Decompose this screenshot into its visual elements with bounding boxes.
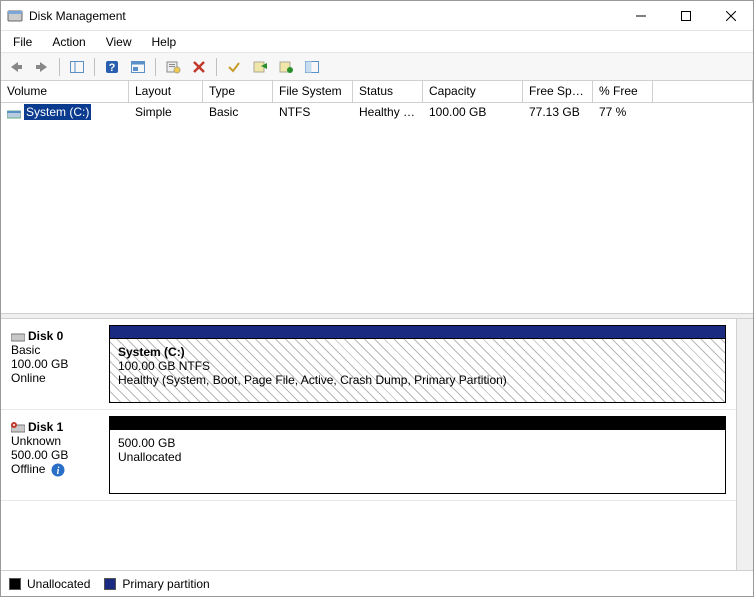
minimize-button[interactable] [618, 1, 663, 31]
volume-capacity: 100.00 GB [423, 104, 523, 120]
disk-info-panel[interactable]: Disk 0 Basic 100.00 GB Online [7, 325, 103, 403]
col-spacer [653, 81, 753, 102]
partition-title: System (C:) [118, 345, 717, 359]
disk-graphical-view: Disk 0 Basic 100.00 GB Online System (C:… [1, 319, 736, 570]
info-icon[interactable]: i [51, 463, 65, 477]
swatch-unallocated [9, 578, 21, 590]
menu-action[interactable]: Action [44, 33, 93, 51]
delete-button[interactable] [188, 56, 210, 78]
svg-text:i: i [56, 466, 59, 477]
disk-row: Disk 1 Unknown 500.00 GB Offline i 500.0… [1, 410, 736, 501]
partition-color-bar [109, 325, 726, 339]
app-icon [7, 8, 23, 24]
disk-name: Disk 1 [28, 420, 63, 434]
disk-size: 500.00 GB [11, 448, 99, 462]
disk-info-panel[interactable]: Disk 1 Unknown 500.00 GB Offline i [7, 416, 103, 494]
partition-color-bar [109, 416, 726, 430]
volume-icon [7, 108, 21, 118]
properties-button[interactable] [162, 56, 184, 78]
check-button[interactable] [223, 56, 245, 78]
volume-free: 77.13 GB [523, 104, 593, 120]
disk-name: Disk 0 [28, 329, 63, 343]
volume-name: System (C:) [24, 104, 91, 120]
col-type[interactable]: Type [203, 81, 273, 102]
disk-size: 100.00 GB [11, 357, 99, 371]
swatch-primary [104, 578, 116, 590]
title-bar: Disk Management [1, 1, 753, 31]
partition-box[interactable]: 500.00 GB Unallocated [109, 430, 726, 494]
help-button[interactable]: ? [101, 56, 123, 78]
close-button[interactable] [708, 1, 753, 31]
partition-status: Healthy (System, Boot, Page File, Active… [118, 373, 717, 387]
disk-error-icon [11, 422, 25, 434]
menu-file[interactable]: File [5, 33, 40, 51]
svg-text:?: ? [109, 62, 116, 74]
window-title: Disk Management [29, 9, 126, 23]
partition-status: Unallocated [118, 450, 717, 464]
disk-state: Online [11, 371, 99, 385]
nav-back-button[interactable] [5, 56, 27, 78]
volume-list[interactable]: System (C:) Simple Basic NTFS Healthy (S… [1, 103, 753, 313]
col-layout[interactable]: Layout [129, 81, 203, 102]
disk-state: Offline [11, 462, 45, 476]
menu-view[interactable]: View [98, 33, 140, 51]
disk-list-button[interactable] [249, 56, 271, 78]
col-free-space[interactable]: Free Spa... [523, 81, 593, 102]
legend: Unallocated Primary partition [1, 570, 753, 596]
col-status[interactable]: Status [353, 81, 423, 102]
volume-row[interactable]: System (C:) Simple Basic NTFS Healthy (S… [1, 103, 753, 121]
legend-primary: Primary partition [104, 577, 209, 591]
volume-status: Healthy (S... [353, 104, 423, 120]
volume-pfree: 77 % [593, 104, 653, 120]
volume-list-button[interactable] [275, 56, 297, 78]
menu-bar: File Action View Help [1, 31, 753, 53]
col-volume[interactable]: Volume [1, 81, 129, 102]
graphical-view-button[interactable] [301, 56, 323, 78]
disk-type: Unknown [11, 434, 99, 448]
col-percent-free[interactable]: % Free [593, 81, 653, 102]
menu-help[interactable]: Help [144, 33, 185, 51]
col-capacity[interactable]: Capacity [423, 81, 523, 102]
refresh-button[interactable] [127, 56, 149, 78]
vertical-scrollbar[interactable] [736, 319, 753, 570]
partition-box[interactable]: System (C:) 100.00 GB NTFS Healthy (Syst… [109, 339, 726, 403]
partition-size: 100.00 GB NTFS [118, 359, 717, 373]
nav-forward-button[interactable] [31, 56, 53, 78]
volume-layout: Simple [129, 104, 203, 120]
disk-type: Basic [11, 343, 99, 357]
maximize-button[interactable] [663, 1, 708, 31]
disk-icon [11, 332, 25, 342]
toolbar: ? [1, 53, 753, 81]
show-hide-tree-button[interactable] [66, 56, 88, 78]
volume-fs: NTFS [273, 104, 353, 120]
volume-list-header: Volume Layout Type File System Status Ca… [1, 81, 753, 103]
legend-unallocated: Unallocated [9, 577, 90, 591]
partition-size: 500.00 GB [118, 436, 717, 450]
col-file-system[interactable]: File System [273, 81, 353, 102]
volume-type: Basic [203, 104, 273, 120]
disk-row: Disk 0 Basic 100.00 GB Online System (C:… [1, 319, 736, 410]
